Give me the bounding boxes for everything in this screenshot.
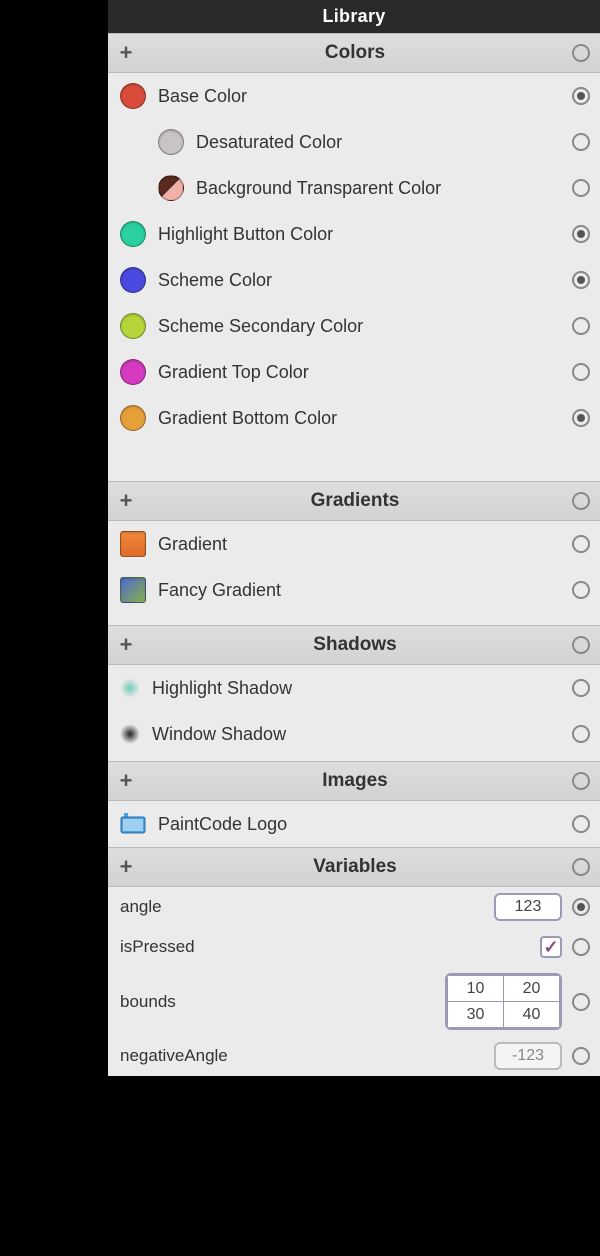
add-image-button[interactable]: + bbox=[114, 768, 138, 794]
variable-row-angle[interactable]: angle bbox=[108, 887, 600, 927]
color-radio[interactable] bbox=[572, 133, 590, 151]
color-row[interactable]: Desaturated Color bbox=[108, 119, 600, 165]
color-radio[interactable] bbox=[572, 271, 590, 289]
color-label: Gradient Top Color bbox=[158, 362, 560, 383]
variable-label: angle bbox=[120, 897, 484, 917]
variable-radio[interactable] bbox=[572, 938, 590, 956]
color-swatch-icon bbox=[158, 129, 184, 155]
gradient-radio[interactable] bbox=[572, 581, 590, 599]
section-title-variables: Variables bbox=[138, 856, 572, 878]
gradient-row[interactable]: Gradient bbox=[108, 521, 600, 567]
section-header-gradients: + Gradients bbox=[108, 481, 600, 521]
variable-label: isPressed bbox=[120, 937, 530, 957]
color-swatch-icon bbox=[120, 359, 146, 385]
section-radio-colors[interactable] bbox=[572, 44, 590, 62]
color-row[interactable]: Background Transparent Color bbox=[108, 165, 600, 211]
color-label: Highlight Button Color bbox=[158, 224, 560, 245]
color-swatch-icon bbox=[120, 405, 146, 431]
add-color-button[interactable]: + bbox=[114, 40, 138, 66]
section-header-shadows: + Shadows bbox=[108, 625, 600, 665]
section-title-gradients: Gradients bbox=[138, 490, 572, 512]
variable-radio[interactable] bbox=[572, 1047, 590, 1065]
variable-radio[interactable] bbox=[572, 898, 590, 916]
color-swatch-icon bbox=[120, 313, 146, 339]
negativeangle-input bbox=[494, 1042, 562, 1070]
shadow-radio[interactable] bbox=[572, 725, 590, 743]
color-swatch-icon bbox=[120, 221, 146, 247]
image-thumbnail-icon bbox=[120, 813, 146, 835]
gradient-radio[interactable] bbox=[572, 535, 590, 553]
color-label: Desaturated Color bbox=[196, 132, 560, 153]
shadow-row[interactable]: Window Shadow bbox=[108, 711, 600, 757]
color-swatch-icon bbox=[120, 267, 146, 293]
gradient-swatch-icon bbox=[120, 577, 146, 603]
color-radio[interactable] bbox=[572, 363, 590, 381]
angle-input[interactable] bbox=[494, 893, 562, 921]
gradient-label: Fancy Gradient bbox=[158, 580, 560, 601]
color-row[interactable]: Scheme Color bbox=[108, 257, 600, 303]
add-shadow-button[interactable]: + bbox=[114, 632, 138, 658]
section-radio-gradients[interactable] bbox=[572, 492, 590, 510]
shadow-row[interactable]: Highlight Shadow bbox=[108, 665, 600, 711]
bounds-input-grid[interactable]: 10 20 30 40 bbox=[445, 973, 562, 1030]
gradient-label: Gradient bbox=[158, 534, 560, 555]
section-title-shadows: Shadows bbox=[138, 634, 572, 656]
section-radio-images[interactable] bbox=[572, 772, 590, 790]
color-radio[interactable] bbox=[572, 87, 590, 105]
color-radio[interactable] bbox=[572, 409, 590, 427]
image-label: PaintCode Logo bbox=[158, 814, 560, 835]
color-label: Gradient Bottom Color bbox=[158, 408, 560, 429]
shadow-swatch-icon bbox=[120, 678, 140, 698]
color-label: Base Color bbox=[158, 86, 560, 107]
shadow-label: Highlight Shadow bbox=[152, 678, 560, 699]
variable-label: negativeAngle bbox=[120, 1046, 484, 1066]
gradients-list: Gradient Fancy Gradient bbox=[108, 521, 600, 625]
color-radio[interactable] bbox=[572, 317, 590, 335]
variables-list: angle isPressed ✓ bounds 10 20 30 40 bbox=[108, 887, 600, 1076]
color-swatch-icon bbox=[120, 83, 146, 109]
shadow-radio[interactable] bbox=[572, 679, 590, 697]
bounds-cell[interactable]: 40 bbox=[504, 1002, 560, 1028]
color-radio[interactable] bbox=[572, 179, 590, 197]
bounds-cell[interactable]: 20 bbox=[504, 976, 560, 1002]
shadow-swatch-icon bbox=[120, 724, 140, 744]
image-row[interactable]: PaintCode Logo bbox=[108, 801, 600, 847]
variable-row-bounds[interactable]: bounds 10 20 30 40 bbox=[108, 967, 600, 1036]
shadows-list: Highlight Shadow Window Shadow bbox=[108, 665, 600, 761]
gradient-swatch-icon bbox=[120, 531, 146, 557]
gradient-row[interactable]: Fancy Gradient bbox=[108, 567, 600, 613]
color-row[interactable]: Base Color bbox=[108, 73, 600, 119]
section-radio-shadows[interactable] bbox=[572, 636, 590, 654]
section-header-variables: + Variables bbox=[108, 847, 600, 887]
variable-radio[interactable] bbox=[572, 993, 590, 1011]
section-radio-variables[interactable] bbox=[572, 858, 590, 876]
variable-row-ispressed[interactable]: isPressed ✓ bbox=[108, 927, 600, 967]
color-row[interactable]: Gradient Bottom Color bbox=[108, 395, 600, 441]
section-header-colors: + Colors bbox=[108, 33, 600, 73]
section-title-images: Images bbox=[138, 770, 572, 792]
shadow-label: Window Shadow bbox=[152, 724, 560, 745]
color-label: Background Transparent Color bbox=[196, 178, 560, 199]
ispressed-checkbox[interactable]: ✓ bbox=[540, 936, 562, 958]
section-header-images: + Images bbox=[108, 761, 600, 801]
bounds-cell[interactable]: 30 bbox=[448, 1002, 504, 1028]
panel-title: Library bbox=[108, 0, 600, 33]
section-title-colors: Colors bbox=[138, 42, 572, 64]
color-swatch-icon bbox=[158, 175, 184, 201]
color-label: Scheme Secondary Color bbox=[158, 316, 560, 337]
color-row[interactable]: Scheme Secondary Color bbox=[108, 303, 600, 349]
color-row[interactable]: Gradient Top Color bbox=[108, 349, 600, 395]
variable-row-negativeangle[interactable]: negativeAngle bbox=[108, 1036, 600, 1076]
add-gradient-button[interactable]: + bbox=[114, 488, 138, 514]
color-row[interactable]: Highlight Button Color bbox=[108, 211, 600, 257]
add-variable-button[interactable]: + bbox=[114, 854, 138, 880]
bounds-cell[interactable]: 10 bbox=[448, 976, 504, 1002]
library-panel: Library + Colors Base Color Desaturated … bbox=[108, 0, 600, 1076]
colors-list: Base Color Desaturated Color Background … bbox=[108, 73, 600, 481]
color-label: Scheme Color bbox=[158, 270, 560, 291]
images-list: PaintCode Logo bbox=[108, 801, 600, 847]
color-radio[interactable] bbox=[572, 225, 590, 243]
variable-label: bounds bbox=[120, 992, 435, 1012]
image-radio[interactable] bbox=[572, 815, 590, 833]
